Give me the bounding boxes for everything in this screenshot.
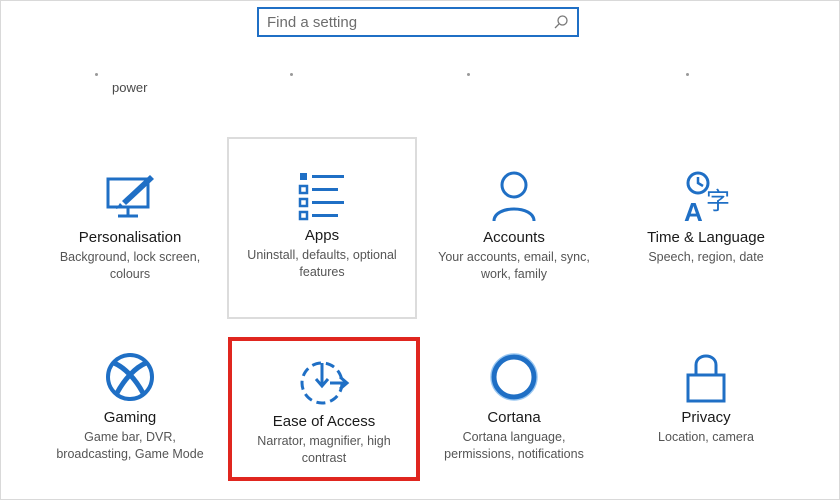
tile-description: Speech, region, date [648, 250, 764, 264]
tile-personalisation[interactable]: Personalisation Background, lock screen,… [35, 139, 225, 319]
settings-window: power Personalisation Background, lock s… [0, 0, 840, 500]
tile-cortana[interactable]: Cortana Cortana language, permissions, n… [419, 323, 609, 500]
accounts-icon [492, 171, 536, 222]
tile-gaming[interactable]: Gaming Game bar, DVR, broadcasting, Game… [35, 323, 225, 500]
tile-title: Cortana [487, 409, 541, 426]
tile-description: Background, lock screen, colours [59, 250, 201, 281]
search-icon[interactable] [553, 14, 569, 30]
xbox-icon [106, 353, 154, 401]
tile-ease-of-access[interactable]: Ease of Access Narrator, magnifier, high… [228, 337, 420, 481]
search-input[interactable] [267, 13, 553, 31]
apps-icon [298, 173, 344, 221]
partial-tile-label: power [112, 80, 148, 95]
tile-description: Location, camera [658, 430, 754, 444]
tile-description: Game bar, DVR, broadcasting, Game Mode [56, 430, 204, 461]
ease-of-access-icon [300, 361, 350, 405]
tile-title: Accounts [483, 229, 545, 246]
tile-description: Your accounts, email, sync, work, family [438, 250, 590, 281]
cortana-icon [490, 353, 538, 401]
time-language-icon: A 字 [684, 171, 730, 225]
tile-title: Apps [304, 227, 340, 244]
tile-title: Ease of Access [272, 413, 376, 430]
personalisation-icon [106, 175, 154, 218]
tile-accounts[interactable]: Accounts Your accounts, email, sync, wor… [419, 139, 609, 319]
tile-title: Personalisation [78, 229, 182, 246]
search-box[interactable] [257, 7, 579, 37]
tile-privacy[interactable]: Privacy Location, camera [611, 323, 801, 500]
tile-description: Cortana language, permissions, notificat… [444, 430, 584, 461]
svg-text:字: 字 [706, 187, 730, 215]
tile-title: Gaming [103, 409, 157, 426]
tile-apps[interactable]: Apps Uninstall, defaults, optional featu… [227, 137, 417, 319]
tile-description: Uninstall, defaults, optional features [247, 248, 397, 279]
tile-title: Time & Language [647, 229, 765, 246]
tile-title: Privacy [681, 409, 731, 426]
tile-description: Narrator, magnifier, high contrast [257, 434, 391, 465]
lock-icon [686, 354, 726, 403]
tile-time-language[interactable]: A 字 Time & Language Speech, region, date [611, 139, 801, 319]
svg-text:A: A [684, 197, 703, 225]
